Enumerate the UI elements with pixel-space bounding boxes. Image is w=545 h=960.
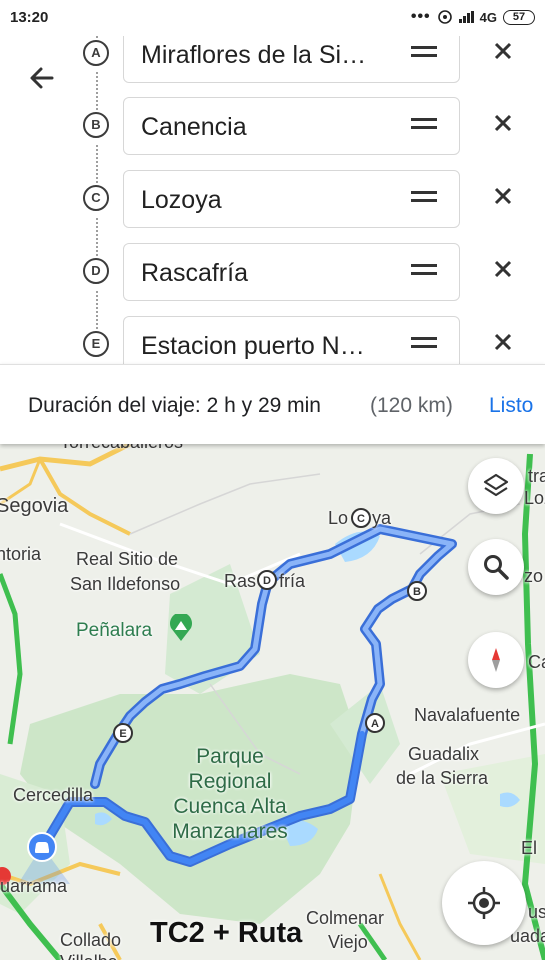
svg-text:B: B <box>413 586 421 598</box>
map-label-parque-3: Cuenca Alta <box>173 795 287 818</box>
my-location-button[interactable] <box>442 861 526 945</box>
search-icon <box>484 555 509 580</box>
waypoint-input[interactable]: Canencia <box>123 97 460 155</box>
trip-summary-bar: Duración del viaje: 2 h y 29 min (120 km… <box>0 364 545 444</box>
waypoint-marker: D <box>83 258 109 284</box>
waypoint-marker: B <box>83 112 109 138</box>
waypoint-input-text: Estacion puerto N… <box>141 332 365 360</box>
map-label-navalafuente: Navalafuente <box>414 705 521 725</box>
svg-text:D: D <box>263 575 271 587</box>
car-icon <box>27 832 57 862</box>
map-label-lozoya-a: Lo <box>328 508 349 528</box>
map-label-edge-zo: zo <box>524 566 544 586</box>
map-label-edge-us: us <box>528 902 545 922</box>
map-label-real-sitio-1: Real Sitio de <box>76 549 179 569</box>
close-icon <box>494 114 512 132</box>
map-label-colmenar-1: Colmenar <box>306 908 385 928</box>
remove-waypoint-button[interactable] <box>491 111 515 135</box>
remove-waypoint-button[interactable] <box>491 257 515 281</box>
waypoint-row-e: E Estacion puerto N… <box>0 316 545 364</box>
map-label-colmenar-2: Viejo <box>328 932 368 952</box>
map-label-edge-ca: Ca <box>528 652 545 672</box>
waypoint-marker-e[interactable]: E <box>112 722 134 744</box>
svg-text:E: E <box>119 728 126 740</box>
waypoint-row-b: B Canencia <box>0 97 545 157</box>
signal-icon <box>458 11 474 23</box>
waypoint-marker-a[interactable]: A <box>364 712 386 734</box>
remove-waypoint-button[interactable] <box>491 330 515 354</box>
status-indicators: ••• 4G 57 <box>411 9 535 25</box>
remove-waypoint-button[interactable] <box>491 39 515 63</box>
search-button[interactable] <box>468 539 524 595</box>
map-label-rascafria-b: fría <box>279 571 306 591</box>
drag-handle-icon[interactable] <box>411 191 437 205</box>
map-label-collado-2: Villalba <box>60 952 118 960</box>
map-label-torrecaballeros: Torrecaballeros <box>60 444 183 453</box>
svg-text:A: A <box>371 718 379 730</box>
waypoint-input[interactable]: Rascafría <box>123 243 460 301</box>
waypoint-marker: E <box>83 331 109 357</box>
layers-button[interactable] <box>468 458 524 514</box>
waypoint-row-d: D Rascafría <box>0 243 545 303</box>
map-label-ntoria: ntoria <box>0 544 42 564</box>
map-caption: TC2 + Ruta <box>150 917 303 949</box>
map-label-cercedilla: Cercedilla <box>13 785 94 805</box>
map-label-rascafria-a: Ras <box>224 571 257 591</box>
drag-handle-icon[interactable] <box>411 264 437 278</box>
map-label-guadalix-1: Guadalix <box>408 744 480 764</box>
waypoint-input-text: Lozoya <box>141 186 222 214</box>
status-time: 13:20 <box>10 9 49 26</box>
layers-icon <box>483 473 509 497</box>
remove-waypoint-button[interactable] <box>491 184 515 208</box>
close-icon <box>494 260 512 278</box>
battery-icon: 57 <box>503 9 535 25</box>
waypoint-marker-c[interactable]: C <box>350 507 372 529</box>
hotspot-icon <box>437 10 452 24</box>
waypoint-input[interactable]: Estacion puerto N… <box>123 316 460 364</box>
drag-handle-icon[interactable] <box>411 46 437 60</box>
waypoint-marker: A <box>83 40 109 66</box>
map-label-edge-tra: tra <box>528 466 545 486</box>
status-bar: 13:20 ••• 4G 57 <box>0 0 545 36</box>
map-label-edge-loz: Loz <box>524 488 545 508</box>
waypoint-input-text: Canencia <box>141 113 247 141</box>
map-label-parque-4: Manzanares <box>172 820 288 843</box>
waypoint-input[interactable]: Lozoya <box>123 170 460 228</box>
map-label-guadarrama: uarrama <box>0 876 68 896</box>
waypoint-marker-d[interactable]: D <box>256 569 278 591</box>
close-icon <box>494 333 512 351</box>
map-label-parque-1: Parque <box>196 745 264 768</box>
map-label-parque-2: Regional <box>188 770 272 793</box>
close-icon <box>494 42 512 60</box>
waypoint-marker: C <box>83 185 109 211</box>
peak-marker-icon <box>170 614 192 641</box>
map-label-collado-1: Collado <box>60 930 122 950</box>
drag-handle-icon[interactable] <box>411 118 437 132</box>
map-view[interactable]: A B C D E Torrecaballeros Segovia ntoria… <box>0 444 545 960</box>
waypoint-input-text: Rascafría <box>141 259 248 287</box>
done-button[interactable]: Listo <box>489 394 533 418</box>
map-label-parque: Parque Regional Cuenca Alta Manzanares <box>165 744 295 844</box>
map-label-el: El <box>521 838 538 858</box>
trip-duration: Duración del viaje: 2 h y 29 min <box>28 394 321 417</box>
network-type: 4G <box>479 9 497 25</box>
map-label-lozoya-b: ya <box>372 508 392 528</box>
map-label-segovia: Segovia <box>0 495 69 517</box>
map-label-penalara: Peñalara <box>76 620 153 641</box>
map-label-guadalix-2: de la Sierra <box>396 768 489 788</box>
waypoint-input-text: Miraflores de la Si… <box>141 41 367 69</box>
drag-handle-icon[interactable] <box>411 337 437 351</box>
close-icon <box>494 187 512 205</box>
map-label-real-sitio-2: San Ildefonso <box>70 574 181 594</box>
svg-text:C: C <box>357 513 365 525</box>
notification-dots-icon: ••• <box>410 8 431 25</box>
compass-icon <box>492 648 500 672</box>
waypoint-row-c: C Lozoya <box>0 170 545 230</box>
waypoints-panel: A Miraflores de la Si… B Canencia C Lozo… <box>0 0 545 364</box>
my-location-icon <box>468 887 500 919</box>
waypoint-marker-b[interactable]: B <box>406 580 428 602</box>
compass-button[interactable] <box>468 632 524 688</box>
battery-level: 57 <box>512 10 526 23</box>
trip-distance: (120 km) <box>370 394 453 417</box>
